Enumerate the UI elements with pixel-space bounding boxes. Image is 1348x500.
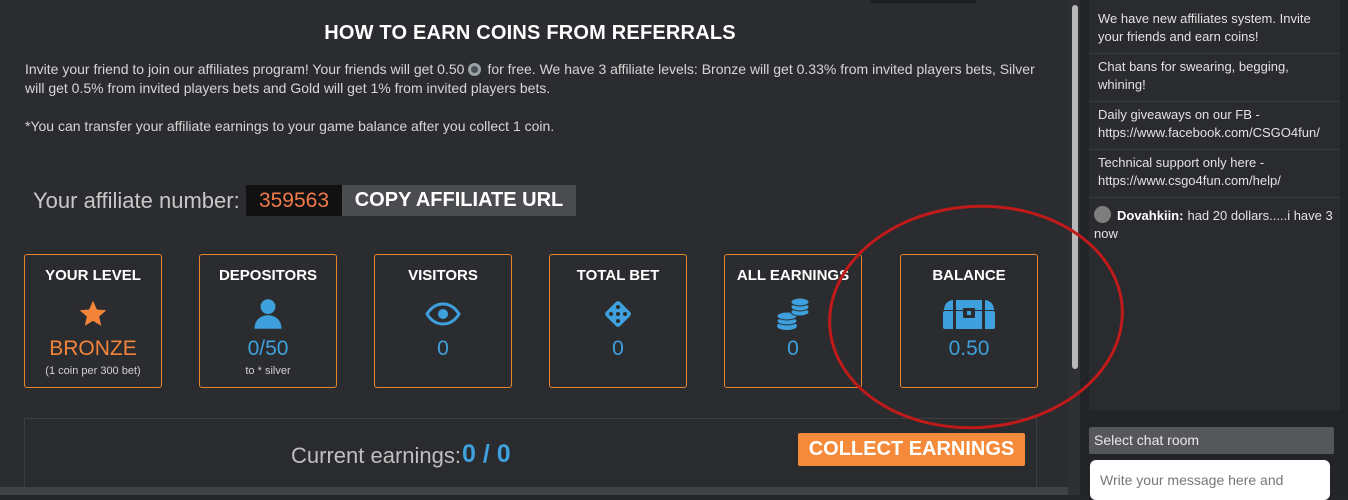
chat-message-input[interactable]: Write your message here and [1090, 460, 1330, 500]
select-chat-room-button[interactable]: Select chat room [1089, 427, 1334, 454]
affiliate-number[interactable]: 359563 [246, 185, 342, 216]
chat-message: Dovahkiin: had 20 dollars.....i have 3 no… [1089, 204, 1340, 246]
main-scrollbar-thumb[interactable] [1072, 5, 1078, 369]
chat-message: We have new affiliates system. Invite yo… [1089, 8, 1340, 54]
stat-label: YOUR LEVEL [45, 267, 141, 284]
chat-message-text: Chat bans for swearing, begging, whining… [1098, 59, 1289, 92]
stat-label: VISITORS [408, 267, 478, 284]
collect-earnings-button[interactable]: COLLECT EARNINGS [798, 433, 1025, 466]
stat-subtext: to * silver [245, 365, 291, 377]
stat-card-visitors: VISITORS 0 [374, 254, 512, 388]
user-icon [200, 297, 336, 331]
page-title: HOW TO EARN COINS FROM REFERRALS [324, 22, 736, 44]
affiliate-number-label: Your affiliate number: [33, 188, 240, 213]
current-earnings-panel: Current earnings: 0 / 0 COLLECT EARNINGS [24, 418, 1037, 488]
copy-affiliate-url-button[interactable]: COPY AFFILIATE URL [342, 185, 576, 216]
stat-card-level: YOUR LEVEL BRONZE (1 coin per 300 bet) [24, 254, 162, 388]
stat-label: ALL EARNINGS [736, 267, 850, 284]
stat-card-depositors: DEPOSITORS 0/50 to * silver [199, 254, 337, 388]
eye-icon [375, 297, 511, 331]
chat-message-text: We have new affiliates system. Invite yo… [1098, 11, 1311, 44]
affiliates-page: HOW TO EARN COINS FROM REFERRALS Invite … [0, 0, 1068, 495]
stat-card-balance: BALANCE 0.50 [900, 254, 1038, 388]
stat-label: DEPOSITORS [218, 267, 318, 284]
stat-subtext: (1 coin per 300 bet) [45, 365, 141, 377]
coins-icon [725, 297, 861, 331]
intro-text-part1: Invite your friend to join our affiliate… [25, 61, 465, 77]
chest-icon [901, 297, 1037, 331]
bottom-strip [0, 487, 1068, 495]
star-icon [25, 297, 161, 331]
stat-value: 0 [787, 337, 799, 360]
dice-icon [550, 297, 686, 331]
stat-card-total-bet: TOTAL BET 0 [549, 254, 687, 388]
current-earnings-label: Current earnings: [291, 443, 461, 468]
stat-label: TOTAL BET [576, 267, 660, 284]
chat-message: Daily giveaways on our FB - https://www.… [1089, 104, 1340, 150]
stat-value: 0 [612, 337, 624, 360]
chat-message: Technical support only here - https://ww… [1089, 152, 1340, 198]
top-bar [870, 0, 976, 3]
coin-icon [468, 63, 482, 76]
chat-message-text: Daily giveaways on our FB - https://www.… [1098, 107, 1320, 140]
stat-value: 0/50 [247, 337, 289, 360]
stat-value: BRONZE [49, 337, 137, 360]
transfer-note: *You can transfer your affiliate earning… [25, 118, 555, 134]
chat-message-text: Technical support only here - https://ww… [1098, 155, 1281, 188]
stat-label: BALANCE [932, 267, 1006, 284]
stat-value: 0.50 [948, 337, 990, 360]
intro-text: Invite your friend to join our affiliate… [25, 60, 1035, 98]
current-earnings-value: 0 / 0 [462, 440, 511, 468]
avatar[interactable] [1094, 206, 1111, 223]
stat-card-all-earnings: ALL EARNINGS 0 [724, 254, 862, 388]
chat-message: Chat bans for swearing, begging, whining… [1089, 56, 1340, 102]
chat-username[interactable]: Dovahkiin: [1117, 208, 1183, 223]
stat-value: 0 [437, 337, 449, 360]
